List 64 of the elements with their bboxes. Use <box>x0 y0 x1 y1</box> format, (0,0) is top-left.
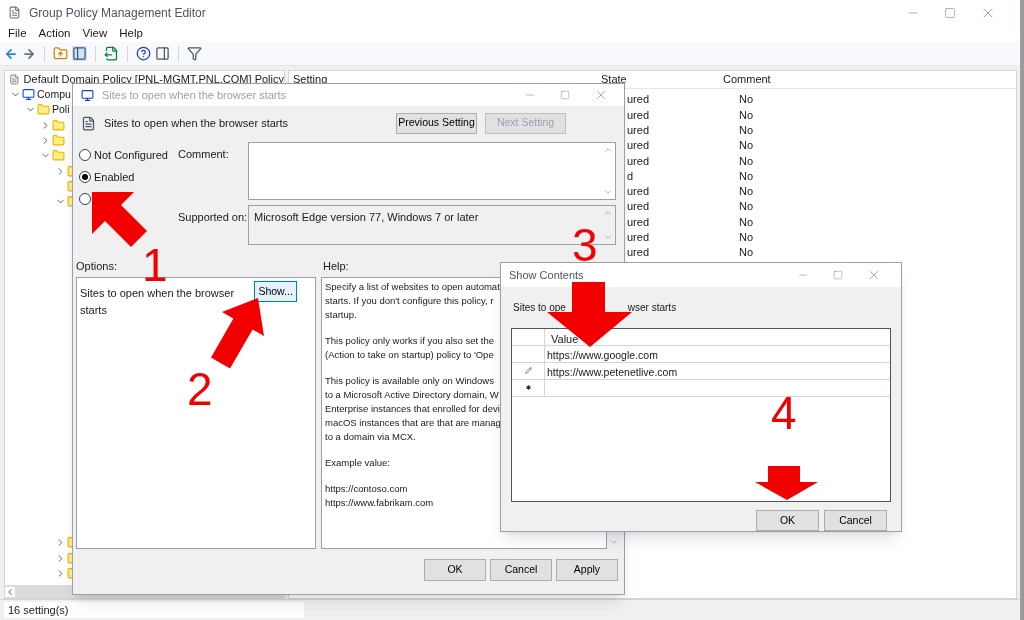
menu-item[interactable]: Action <box>38 24 71 43</box>
tree-item[interactable]: Compu <box>37 86 71 103</box>
dialog-title: Sites to open when the browser starts <box>102 87 288 103</box>
section-label: Help: <box>323 258 349 274</box>
dialog-button[interactable]: Cancel <box>490 559 552 581</box>
menu-item[interactable]: File <box>8 24 27 43</box>
window-title: Group Policy Management Editor <box>29 4 207 22</box>
dialog-title: Show Contents <box>509 267 585 283</box>
help-text: Example value: <box>325 456 390 470</box>
table-cell-text: No <box>738 92 755 108</box>
table-cell-text: ured <box>627 184 650 200</box>
step-number: 4 <box>771 390 797 436</box>
option-label: Sites to open when the browser starts <box>80 286 236 318</box>
table-cell-text: ured <box>627 107 650 123</box>
table-cell-text: ured <box>627 214 650 230</box>
help-text: This policy is available only on Windows to a Microsoft Active Directory domain, W Enterprise instances that enrolled for devi macOS instances that are that are manag to a domain via MCX. <box>325 374 501 444</box>
table-cell-text: No <box>738 184 755 200</box>
supported-text: Microsoft Edge version 77, Windows 7 or later <box>253 210 480 225</box>
column-header[interactable]: Value <box>545 328 579 345</box>
radio-label[interactable]: Not Configured <box>94 146 168 164</box>
value-cell[interactable]: https://www.google.com <box>545 345 658 362</box>
radio-label[interactable]: Enabled <box>94 168 135 186</box>
column-header[interactable]: Comment <box>711 71 821 88</box>
value-cell[interactable]: https://www.petenetlive.com <box>545 362 678 379</box>
table-cell-text: No <box>738 245 755 261</box>
table-cell-text: No <box>738 199 755 215</box>
table-cell-text: No <box>738 153 755 169</box>
menu-item[interactable]: View <box>82 24 108 43</box>
column-header[interactable]: State <box>589 71 711 88</box>
table-cell-text: No <box>738 138 755 154</box>
dialog-button[interactable]: Apply <box>556 559 618 581</box>
setting-heading: Sites to open when the browser starts <box>104 115 290 131</box>
section-label: Options: <box>76 258 117 274</box>
list-label: Sites to ope <box>513 300 566 315</box>
menu-item[interactable]: Help <box>119 24 143 43</box>
table-cell-text: ured <box>627 230 650 246</box>
table-cell-text: No <box>738 230 755 246</box>
field-label: Comment: <box>178 147 230 162</box>
table-cell-text: No <box>738 107 755 123</box>
table-cell-text: ured <box>627 153 650 169</box>
table-cell-text: No <box>738 168 755 184</box>
dialog-button[interactable]: OK <box>756 510 819 531</box>
step-number: 2 <box>187 366 213 412</box>
show-button[interactable]: Show... <box>254 281 297 302</box>
status-text: 16 setting(s) <box>4 601 304 619</box>
dialog-button[interactable]: Cancel <box>824 510 887 531</box>
help-text: Specify a list of websites to open automat starts. If you don't configure this policy, r startup. <box>325 280 500 322</box>
table-cell-text: No <box>738 123 755 138</box>
help-text: This policy only works if you also set the (Action to take on startup) policy to 'Ope <box>325 334 494 362</box>
step-number: 1 <box>142 242 168 288</box>
table-cell-text: ured <box>627 92 650 108</box>
help-text: https://contoso.com https://www.fabrikam.com <box>325 482 434 510</box>
table-cell-text: ured <box>627 245 650 261</box>
table-cell-text: ured <box>627 199 650 215</box>
table-cell-text: ured <box>627 123 650 138</box>
table-cell-text: No <box>738 214 755 230</box>
step-number: 3 <box>572 222 598 268</box>
list-label: wser starts <box>627 300 677 315</box>
dialog-button[interactable]: OK <box>424 559 486 581</box>
field-label: Supported on: <box>178 210 248 225</box>
tree-item[interactable]: Poli <box>52 102 70 118</box>
table-cell-text: ured <box>627 138 650 154</box>
nav-button[interactable]: Previous Setting <box>396 112 477 134</box>
table-cell-text: d <box>627 168 634 184</box>
